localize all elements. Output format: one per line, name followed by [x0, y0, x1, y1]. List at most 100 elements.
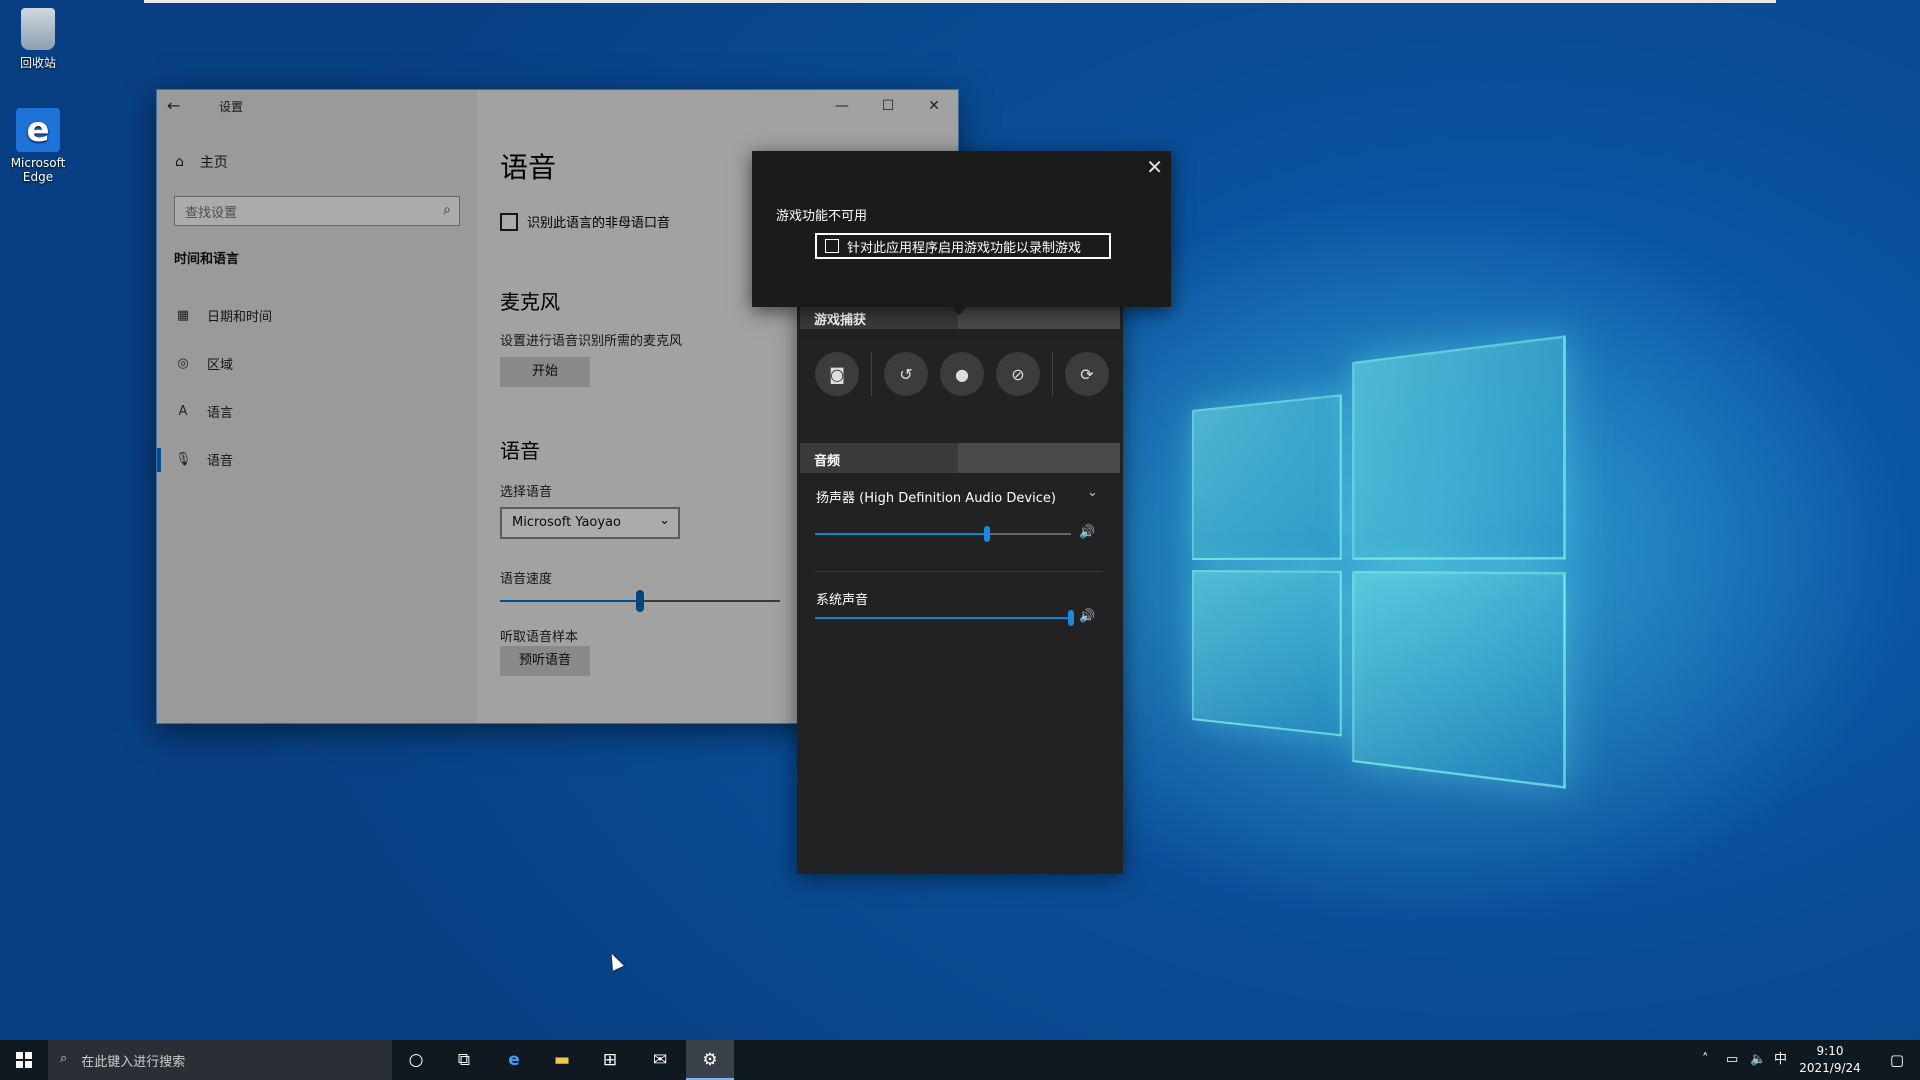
- network-icon[interactable]: ▭: [1726, 1040, 1738, 1080]
- edge-icon[interactable]: e: [490, 1040, 538, 1080]
- sample-label: 听取语音样本: [500, 630, 579, 645]
- back-arrow-icon[interactable]: ←: [167, 96, 189, 116]
- speed-slider-fill: [500, 600, 640, 602]
- non-native-accent-checkbox[interactable]: 识别此语言的非母语口音: [500, 212, 670, 231]
- clock-date: 2021/9/24: [1799, 1061, 1861, 1075]
- record-icon[interactable]: ●: [940, 352, 984, 396]
- edge-label: Microsoft Edge: [10, 156, 66, 184]
- voice-select-value: Microsoft Yaoyao: [512, 515, 621, 530]
- minimize-button[interactable]: —: [819, 92, 865, 120]
- chevron-down-icon[interactable]: ⌄: [1087, 485, 1098, 500]
- close-icon[interactable]: ✕: [1146, 155, 1163, 179]
- chevron-down-icon: ⌄: [659, 513, 670, 528]
- settings-search-input[interactable]: 查找设置 ⌕: [174, 196, 460, 226]
- sidebar-item-language[interactable]: A 语言: [175, 402, 233, 421]
- mic-off-icon[interactable]: ⊘: [996, 352, 1040, 396]
- speaker-volume-fill: [815, 533, 987, 535]
- checkbox-label: 针对此应用程序启用游戏功能以录制游戏: [847, 240, 1082, 256]
- speaker-volume-thumb[interactable]: [983, 526, 990, 542]
- speaker-device-label: 扬声器 (High Definition Audio Device): [816, 491, 1056, 506]
- speaker-icon[interactable]: 🔊: [1079, 525, 1095, 540]
- mic-description: 设置进行语音识别所需的麦克风: [500, 334, 683, 349]
- cortana-icon[interactable]: ○: [392, 1040, 440, 1080]
- enable-gaming-checkbox[interactable]: 针对此应用程序启用游戏功能以录制游戏: [815, 233, 1111, 259]
- microphone-icon: 🎙: [175, 452, 192, 467]
- sidebar-item-region[interactable]: ◎ 区域: [175, 354, 233, 373]
- page-title: 语音: [500, 151, 557, 184]
- desktop-edge[interactable]: e Microsoft Edge: [0, 108, 76, 184]
- start-button[interactable]: 开始: [500, 357, 590, 387]
- taskbar-search-placeholder: 在此键入进行搜索: [81, 1055, 186, 1070]
- mail-icon[interactable]: ✉: [636, 1040, 684, 1080]
- system-volume-fill: [815, 617, 1071, 619]
- windows-logo-wallpaper: [1192, 335, 1566, 789]
- sidebar-item-label: 语言: [207, 406, 234, 421]
- mic-heading: 麦克风: [500, 290, 560, 314]
- maximize-button[interactable]: ☐: [865, 92, 911, 120]
- sidebar-item-datetime[interactable]: ▦ 日期和时间: [175, 306, 272, 325]
- speaker-icon[interactable]: 🔊: [1079, 609, 1095, 624]
- edge-icon: e: [16, 108, 60, 152]
- capture-heading: 游戏捕获: [800, 305, 958, 329]
- checkbox-label: 识别此语言的非母语口音: [527, 216, 671, 231]
- audio-divider: [815, 571, 1103, 572]
- mouse-cursor: [606, 951, 624, 971]
- section-heading: 时间和语言: [174, 252, 240, 267]
- sidebar-item-speech[interactable]: 🎙 语音: [175, 450, 233, 469]
- sidebar-item-label: 区域: [207, 358, 234, 373]
- capture-buttons: ◙ ↺ ● ⊘ ⟳: [815, 350, 1109, 398]
- speed-slider-thumb[interactable]: [636, 590, 644, 612]
- globe-icon: ◎: [177, 356, 189, 371]
- calendar-clock-icon: ▦: [176, 308, 190, 323]
- desktop-recycle-bin[interactable]: 回收站: [0, 8, 76, 71]
- audio-header: 音频: [800, 443, 1120, 473]
- home-icon: ⌂: [175, 154, 184, 170]
- store-icon[interactable]: ⊞: [586, 1040, 634, 1080]
- top-strip: [144, 0, 1776, 3]
- close-button[interactable]: ✕: [911, 92, 957, 120]
- audio-heading: 音频: [800, 443, 958, 473]
- game-bar-panel: 游戏捕获 ◙ ↺ ● ⊘ ⟳ 音频 扬声器 (High Definition A…: [797, 300, 1123, 874]
- popup-title: 游戏功能不可用: [776, 209, 868, 224]
- sidebar-item-label: 日期和时间: [207, 310, 273, 325]
- ime-indicator[interactable]: 中: [1774, 1040, 1787, 1080]
- sidebar-item-label: 语音: [207, 454, 234, 469]
- search-icon: ⌕: [443, 202, 451, 218]
- recycle-bin-label: 回收站: [19, 56, 56, 70]
- replay-icon[interactable]: ↺: [884, 352, 928, 396]
- popup-pointer: [951, 307, 967, 315]
- preview-voice-button[interactable]: 预听语音: [500, 646, 590, 676]
- start-button[interactable]: [0, 1040, 48, 1080]
- taskbar: ⌕ 在此键入进行搜索 ○ ⧉ e ▬ ⊞ ✉ ⚙ ˄ ▭ 🔈 中 9:10 20…: [0, 1040, 1920, 1080]
- window-title: 设置: [219, 100, 244, 114]
- speed-label: 语音速度: [500, 572, 553, 587]
- camera-icon[interactable]: ◙: [815, 352, 859, 396]
- checkbox-box[interactable]: [500, 212, 518, 231]
- title-bar: ← 设置 — ☐ ✕: [157, 90, 958, 122]
- recycle-bin-icon: [21, 8, 55, 50]
- search-placeholder: 查找设置: [185, 206, 238, 221]
- task-view-icon[interactable]: ⧉: [440, 1040, 488, 1080]
- system-sounds-label: 系统声音: [816, 593, 869, 608]
- voice-heading: 语音: [500, 439, 540, 463]
- nav-active-indicator: [157, 448, 161, 472]
- settings-gear-icon[interactable]: ⚙: [686, 1040, 734, 1080]
- language-icon: A: [178, 404, 188, 419]
- windows-start-icon: [16, 1052, 32, 1068]
- taskbar-search-box[interactable]: ⌕ 在此键入进行搜索: [48, 1040, 392, 1080]
- search-icon: ⌕: [60, 1051, 68, 1066]
- sidebar-item-home[interactable]: ⌂ 主页: [175, 152, 228, 172]
- clock-time: 9:10: [1816, 1044, 1844, 1058]
- choose-voice-label: 选择语音: [500, 485, 553, 500]
- volume-icon[interactable]: 🔈: [1750, 1040, 1766, 1080]
- checkbox-box[interactable]: [825, 239, 839, 253]
- system-volume-thumb[interactable]: [1068, 610, 1074, 626]
- chevron-up-icon[interactable]: ˄: [1702, 1040, 1709, 1080]
- voice-select[interactable]: Microsoft Yaoyao ⌄: [500, 507, 680, 539]
- notification-icon[interactable]: ▢: [1878, 1040, 1916, 1080]
- taskbar-clock[interactable]: 9:10 2021/9/24: [1794, 1043, 1866, 1077]
- broadcast-icon[interactable]: ⟳: [1065, 352, 1109, 396]
- file-explorer-icon[interactable]: ▬: [538, 1040, 586, 1080]
- settings-sidebar: ⌂ 主页 查找设置 ⌕ 时间和语言 ▦ 日期和时间 ◎ 区域 A 语言 🎙 语音: [157, 90, 477, 723]
- home-label: 主页: [199, 155, 228, 171]
